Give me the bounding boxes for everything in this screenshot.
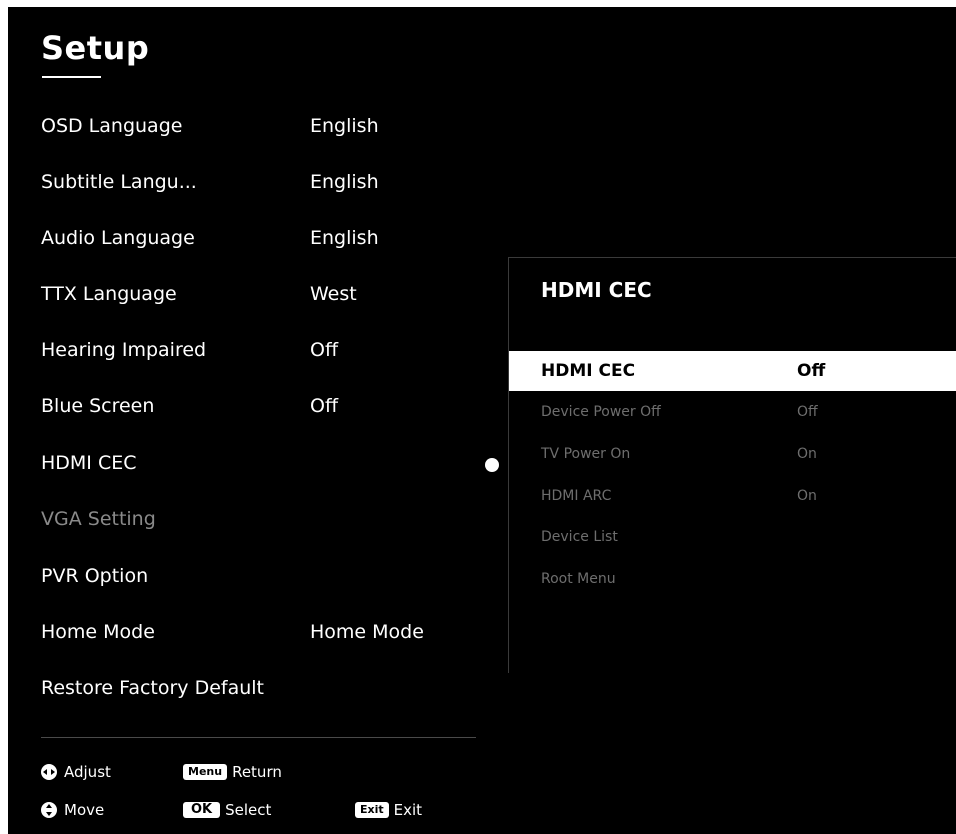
hint-adjust: Adjust: [41, 763, 111, 781]
hint-exit-label: Exit: [393, 801, 423, 819]
focus-indicator-dot: [485, 458, 499, 472]
submenu-item-tv-power-on: TV Power On On: [509, 446, 956, 486]
submenu-item-hdmi-cec[interactable]: HDMI CEC Off: [509, 351, 956, 391]
submenu-item-label: HDMI CEC: [541, 361, 636, 381]
menu-item-label: VGA Setting: [41, 508, 156, 530]
menu-item-hearing-impaired[interactable]: Hearing Impaired Off: [8, 339, 488, 379]
menu-item-audio-language[interactable]: Audio Language English: [8, 227, 488, 267]
page-title: Setup: [41, 29, 150, 67]
menu-item-label: Audio Language: [41, 227, 195, 249]
menu-item-label: PVR Option: [41, 565, 149, 587]
menu-item-value: English: [310, 171, 379, 193]
submenu-item-root-menu: Root Menu: [509, 571, 956, 611]
hint-divider: [41, 737, 476, 738]
menu-item-osd-language[interactable]: OSD Language English: [8, 115, 488, 155]
menu-item-blue-screen[interactable]: Blue Screen Off: [8, 395, 488, 435]
submenu-item-device-power-off: Device Power Off Off: [509, 404, 956, 444]
ok-key-icon: OK: [183, 802, 221, 818]
menu-item-pvr-option[interactable]: PVR Option: [8, 565, 488, 605]
menu-item-value: West: [310, 283, 357, 305]
menu-item-label: Hearing Impaired: [41, 339, 207, 361]
submenu-title: HDMI CEC: [541, 278, 652, 302]
submenu-item-value: Off: [797, 404, 818, 420]
hint-move: Move: [41, 801, 104, 819]
menu-item-value: English: [310, 115, 379, 137]
submenu-item-value: Off: [797, 361, 826, 381]
menu-item-label: Subtitle Langu...: [41, 171, 197, 193]
menu-item-hdmi-cec[interactable]: HDMI CEC: [8, 452, 488, 492]
up-down-arrows-icon: [41, 802, 57, 818]
menu-item-label: HDMI CEC: [41, 452, 137, 474]
menu-item-label: OSD Language: [41, 115, 183, 137]
submenu-item-label: HDMI ARC: [541, 488, 612, 504]
menu-item-label: Home Mode: [41, 621, 155, 643]
submenu-item-label: Device List: [541, 529, 618, 545]
submenu-item-hdmi-arc: HDMI ARC On: [509, 488, 956, 528]
hint-select: OK Select: [183, 801, 271, 819]
submenu-item-label: Device Power Off: [541, 404, 661, 420]
menu-item-label: TTX Language: [41, 283, 177, 305]
menu-item-label: Restore Factory Default: [41, 677, 264, 699]
menu-item-restore-factory-default[interactable]: Restore Factory Default: [8, 677, 488, 717]
hint-move-label: Move: [64, 801, 105, 819]
hint-return-label: Return: [232, 763, 282, 781]
tv-screen: Setup OSD Language English Subtitle Lang…: [8, 7, 956, 834]
left-right-arrows-icon: [41, 764, 57, 780]
submenu-item-value: On: [797, 446, 817, 462]
menu-item-value: Off: [310, 395, 339, 417]
menu-item-value: Off: [310, 339, 339, 361]
title-underline: [42, 76, 101, 78]
hint-exit: Exit Exit: [355, 801, 422, 819]
hint-adjust-label: Adjust: [64, 763, 111, 781]
menu-item-value: English: [310, 227, 379, 249]
exit-key-icon: Exit: [355, 802, 389, 818]
hdmi-cec-submenu: HDMI CEC HDMI CEC Off Device Power Off O…: [508, 257, 956, 673]
menu-item-value: Home Mode: [310, 621, 424, 643]
hint-select-label: Select: [225, 801, 272, 819]
menu-item-vga-setting: VGA Setting: [8, 508, 488, 548]
submenu-item-value: On: [797, 488, 817, 504]
menu-item-home-mode[interactable]: Home Mode Home Mode: [8, 621, 488, 661]
hint-return: Menu Return: [183, 763, 282, 781]
menu-item-ttx-language[interactable]: TTX Language West: [8, 283, 488, 323]
submenu-item-label: Root Menu: [541, 571, 616, 587]
menu-item-subtitle-language[interactable]: Subtitle Langu... English: [8, 171, 488, 211]
menu-key-icon: Menu: [183, 764, 228, 780]
submenu-item-device-list: Device List: [509, 529, 956, 569]
menu-item-label: Blue Screen: [41, 395, 155, 417]
submenu-item-label: TV Power On: [541, 446, 631, 462]
